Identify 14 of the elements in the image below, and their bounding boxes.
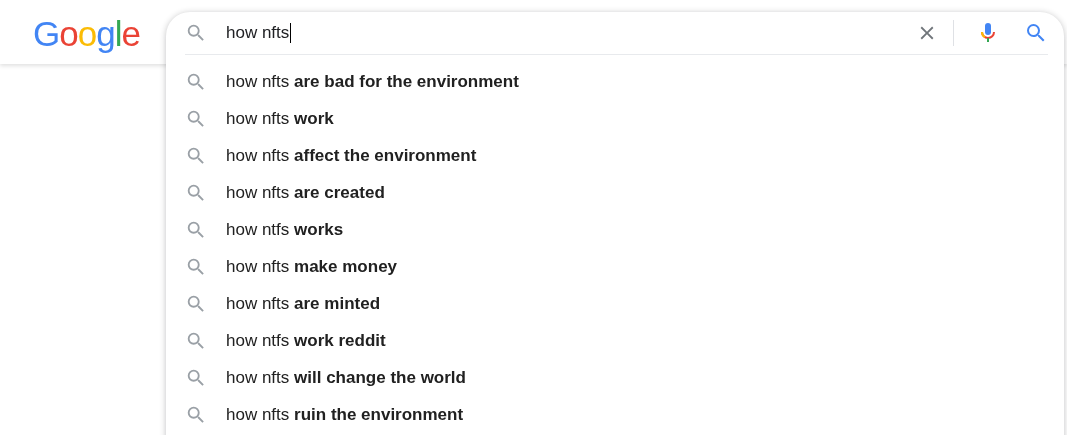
suggestion-item[interactable]: how nfts ruin the environment — [166, 396, 1064, 433]
search-field[interactable]: how nfts — [207, 18, 893, 48]
logo[interactable]: Google — [33, 14, 140, 54]
search-icon — [185, 22, 207, 44]
suggestion-item[interactable]: how nfts are created — [166, 174, 1064, 211]
suggestion-item[interactable]: how ntfs works — [166, 211, 1064, 248]
suggestion-item[interactable]: how nfts are bad for the environment — [166, 63, 1064, 100]
suggestion-item[interactable]: how nfts are minted — [166, 285, 1064, 322]
text-caret — [290, 23, 292, 43]
suggestion-item[interactable]: how ntfs work reddit — [166, 322, 1064, 359]
suggestion-item[interactable]: how nfts will change the world — [166, 359, 1064, 396]
suggestion-item[interactable]: how nfts make money — [166, 248, 1064, 285]
suggestion-item[interactable]: how nfts affect the environment — [166, 137, 1064, 174]
suggestion-item[interactable]: how nfts work — [166, 100, 1064, 137]
